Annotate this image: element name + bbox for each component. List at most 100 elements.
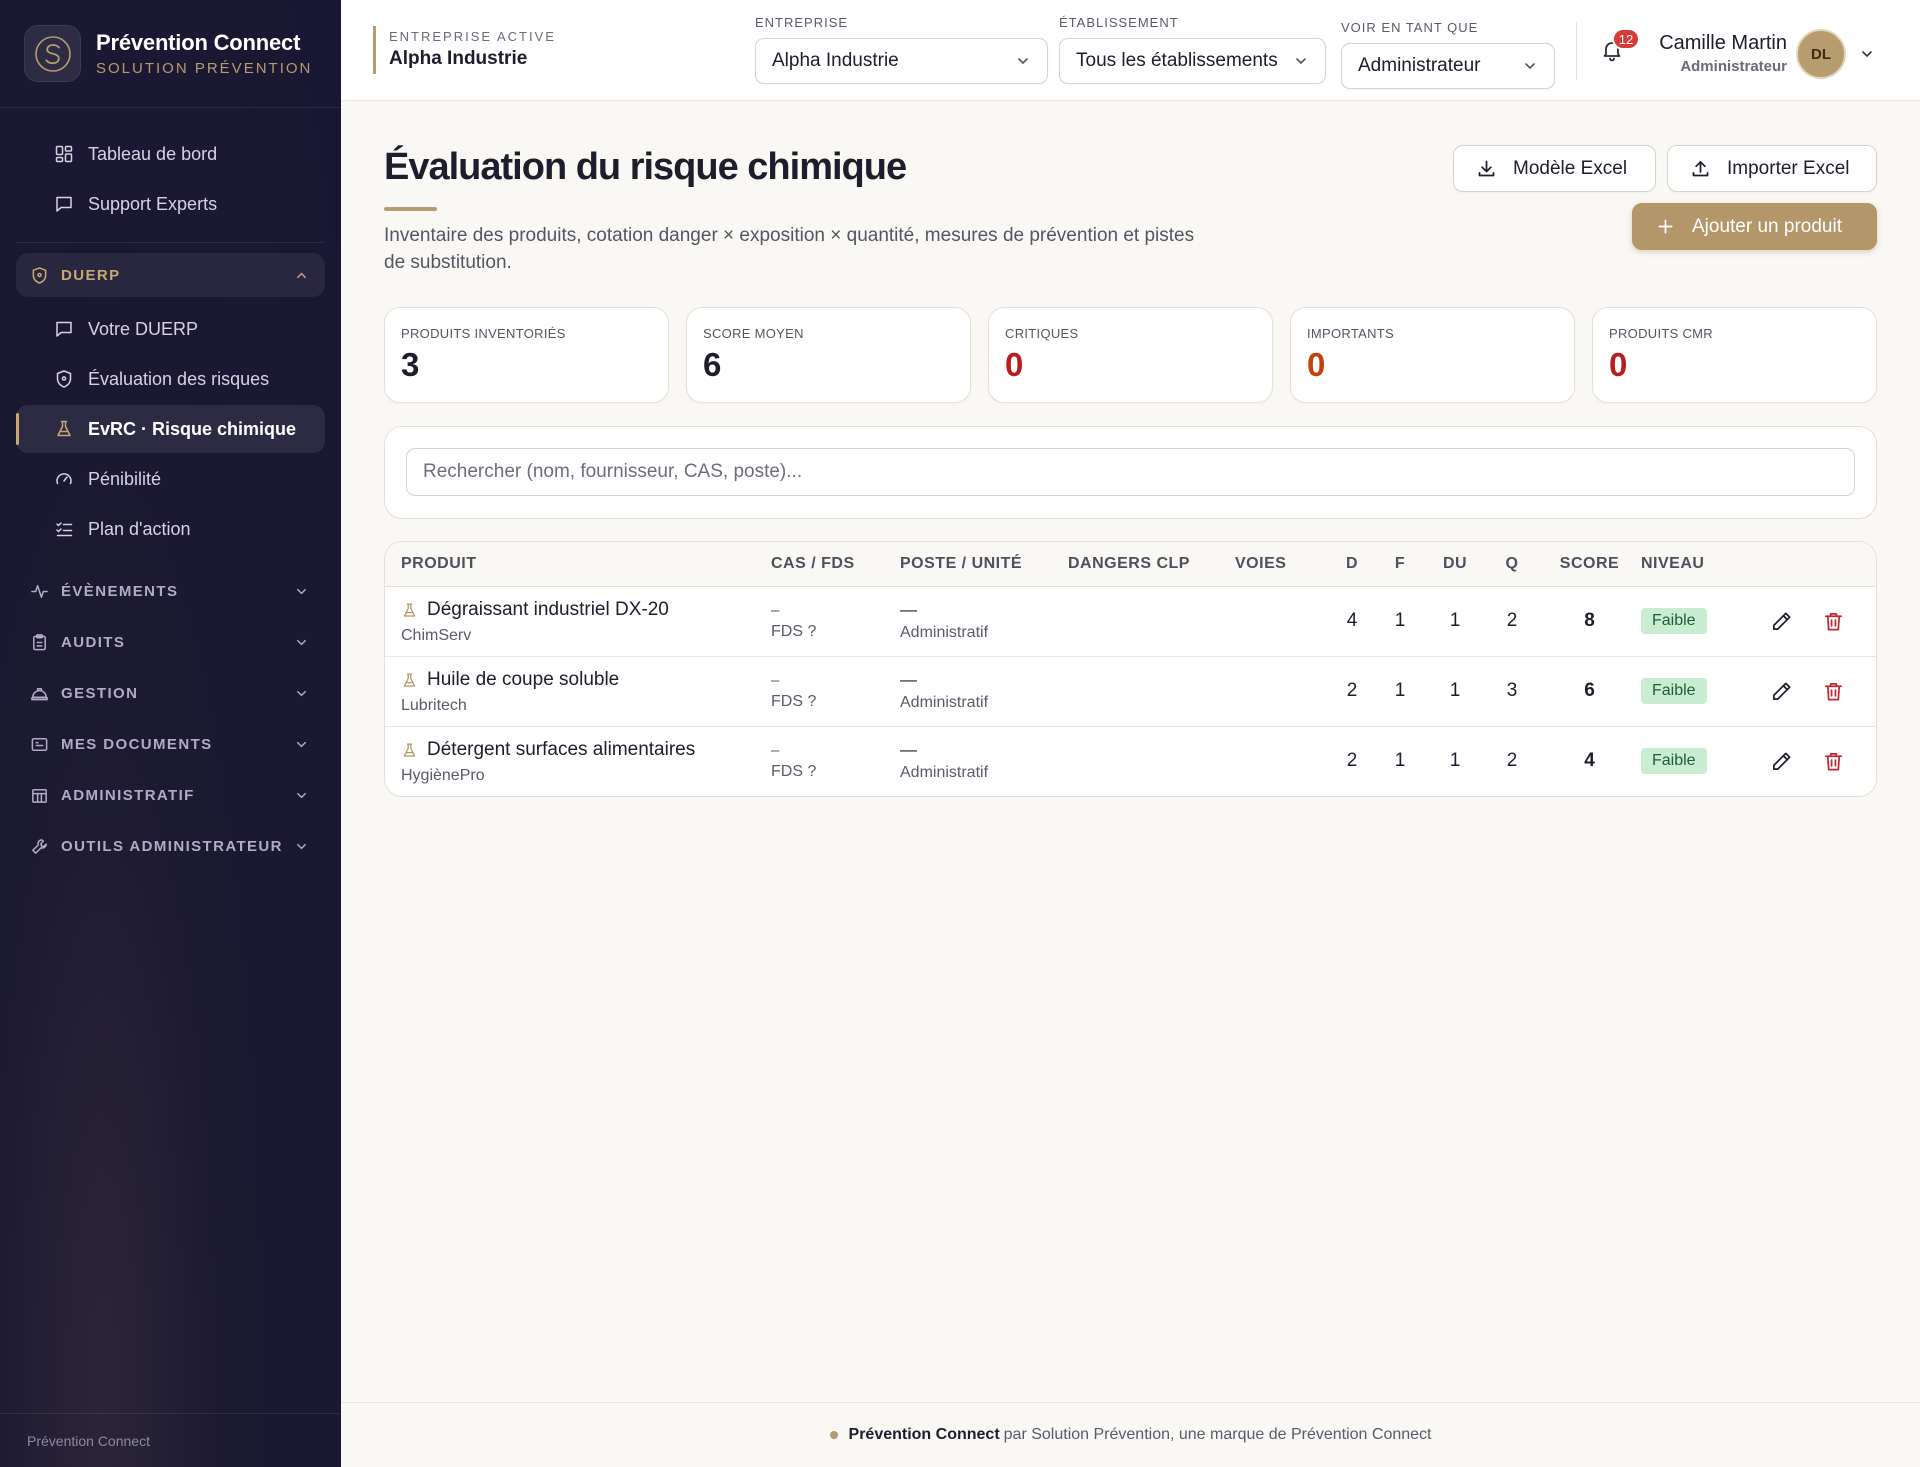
products-table-card: PRODUIT CAS / FDS POSTE / UNITÉ DANGERS …	[384, 541, 1877, 797]
brand[interactable]: Prévention Connect SOLUTION PRÉVENTION	[0, 0, 341, 108]
cell-poste-unite: — Administratif	[900, 726, 1068, 796]
sidebar-group-evenements[interactable]: ÉVÈNEMENTS	[16, 569, 325, 613]
etablissement-field: ÉTABLISSEMENT Tous les établissements	[1059, 15, 1326, 84]
col-header-du[interactable]: DU	[1424, 542, 1486, 586]
chevron-down-icon	[297, 792, 306, 798]
chevron-down-icon	[1296, 58, 1306, 65]
sidebar-item-penibilite[interactable]: Pénibilité	[16, 455, 325, 503]
cell-d: 2	[1346, 680, 1358, 701]
chevron-down-icon	[297, 690, 306, 696]
sidebar-group-mes-documents[interactable]: MES DOCUMENTS	[16, 722, 325, 766]
user-info[interactable]: Camille Martin Administrateur	[1657, 32, 1787, 75]
avatar[interactable]: DL	[1796, 29, 1846, 79]
table-row[interactable]: Huile de coupe soluble Lubritech – FDS ?…	[385, 656, 1876, 726]
cell-f: 1	[1394, 750, 1406, 772]
chevron-down-icon[interactable]	[1859, 46, 1875, 62]
product-supplier: HygiènePro	[401, 767, 485, 785]
stat-card-produits-cmr: PRODUITS CMR 0	[1592, 307, 1877, 403]
col-header-cas-fds[interactable]: CAS / FDS	[771, 542, 900, 586]
col-header-niveau[interactable]: NIVEAU	[1641, 542, 1746, 586]
level-badge: Faible	[1641, 608, 1707, 634]
sidebar-group-gestion[interactable]: GESTION	[16, 671, 325, 715]
wrench-icon	[32, 838, 47, 854]
entreprise-select-value: Alpha Industrie	[772, 50, 899, 71]
message-icon	[56, 321, 72, 337]
stat-label: PRODUITS CMR	[1609, 326, 1713, 341]
sidebar-item-label: EvRC · Risque chimique	[88, 418, 297, 439]
excel-template-button[interactable]: Modèle Excel	[1453, 145, 1656, 192]
sidebar-group-duerp[interactable]: DUERP	[16, 253, 325, 297]
sidebar-item-label: Plan d'action	[88, 518, 191, 539]
stat-card-produits-inventories: PRODUITS INVENTORIÉS 3	[384, 307, 669, 403]
entreprise-select[interactable]: Alpha Industrie	[755, 38, 1048, 84]
col-header-poste-unite[interactable]: POSTE / UNITÉ	[900, 542, 1068, 586]
active-company: ENTREPRISE ACTIVE Alpha Industrie	[373, 26, 556, 74]
trash-icon[interactable]	[1822, 680, 1845, 703]
col-header-dangers-clp[interactable]: DANGERS CLP	[1068, 542, 1235, 586]
flask-icon	[403, 602, 416, 617]
table-header-row: PRODUIT CAS / FDS POSTE / UNITÉ DANGERS …	[385, 542, 1876, 586]
stat-value: 6	[703, 346, 722, 383]
voir-en-tant-que-select[interactable]: Administrateur	[1341, 43, 1555, 89]
stat-value: 0	[1005, 346, 1024, 383]
cas-value: –	[771, 741, 780, 759]
fds-value: FDS ?	[771, 692, 817, 710]
sidebar-group-label: ADMINISTRATIF	[61, 786, 195, 804]
sidebar-item-tableau-de-bord[interactable]: Tableau de bord	[16, 130, 325, 178]
flask-icon	[403, 672, 416, 687]
col-header-actions	[1746, 542, 1876, 586]
sidebar-item-evrc-risque-chimique[interactable]: EvRC · Risque chimique	[16, 405, 325, 453]
trash-icon[interactable]	[1822, 750, 1845, 773]
cell-f: 1	[1394, 610, 1406, 631]
clipboard-icon	[33, 633, 46, 650]
col-header-voies[interactable]: VOIES	[1235, 542, 1328, 586]
voir-en-tant-que-label: VOIR EN TANT QUE	[1341, 20, 1479, 35]
etablissement-select[interactable]: Tous les établissements	[1059, 38, 1326, 84]
sidebar-group-outils-administrateur[interactable]: OUTILS ADMINISTRATEUR	[16, 824, 325, 868]
sidebar-group-label: ÉVÈNEMENTS	[61, 582, 179, 600]
sidebar-group-label: GESTION	[61, 684, 139, 702]
import-excel-button[interactable]: Importer Excel	[1667, 145, 1877, 192]
stat-card-importants: IMPORTANTS 0	[1290, 307, 1575, 403]
sidebar-group-administratif[interactable]: ADMINISTRATIF	[16, 773, 325, 817]
voir-en-tant-que-value: Administrateur	[1358, 55, 1481, 76]
edit-icon[interactable]	[1770, 680, 1793, 703]
cell-q: 2	[1506, 750, 1518, 772]
edit-icon[interactable]	[1770, 750, 1793, 773]
sidebar-item-support-experts[interactable]: Support Experts	[16, 180, 325, 228]
cell-niveau: Faible	[1641, 586, 1746, 656]
unit-value: Administratif	[900, 624, 989, 641]
brand-name: Prévention Connect	[96, 30, 301, 55]
sidebar-item-plan-d-action[interactable]: Plan d'action	[16, 505, 325, 553]
chevron-down-icon	[297, 639, 306, 645]
col-header-d[interactable]: D	[1328, 542, 1376, 586]
col-header-q[interactable]: Q	[1486, 542, 1538, 586]
notification-badge: 12	[1612, 28, 1640, 50]
sidebar-item-evaluation-des-risques[interactable]: Évaluation des risques	[16, 355, 325, 403]
search-input[interactable]	[406, 448, 1855, 496]
table-row[interactable]: Dégraissant industriel DX-20 ChimServ – …	[385, 586, 1876, 656]
active-company-label: ENTREPRISE ACTIVE	[389, 29, 556, 44]
add-product-button[interactable]: Ajouter un produit	[1632, 203, 1877, 250]
col-header-produit[interactable]: PRODUIT	[385, 542, 771, 586]
table-row[interactable]: Détergent surfaces alimentaires HygièneP…	[385, 726, 1876, 796]
cell-actions	[1746, 586, 1876, 656]
trash-icon[interactable]	[1822, 610, 1845, 633]
chevron-down-icon	[297, 843, 306, 849]
level-badge: Faible	[1641, 748, 1707, 775]
sidebar-group-audits[interactable]: AUDITS	[16, 620, 325, 664]
stat-label: PRODUITS INVENTORIÉS	[401, 326, 566, 341]
col-header-f[interactable]: F	[1376, 542, 1424, 586]
sidebar-item-votre-duerp[interactable]: Votre DUERP	[16, 305, 325, 353]
entreprise-field: ENTREPRISE Alpha Industrie	[755, 15, 1048, 84]
sidebar-group-label: MES DOCUMENTS	[61, 735, 213, 753]
cell-cas-fds: – FDS ?	[771, 656, 900, 726]
sidebar-item-label: Pénibilité	[88, 468, 162, 489]
sidebar-nav: Tableau de bord Support Experts DUERP Vo…	[0, 108, 341, 868]
active-company-value: Alpha Industrie	[389, 48, 528, 69]
stats-row: PRODUITS INVENTORIÉS 3 SCORE MOYEN 6 CRI…	[384, 307, 1877, 403]
import-excel-label: Importer Excel	[1727, 157, 1850, 179]
flask-icon	[403, 743, 416, 757]
col-header-score[interactable]: SCORE	[1538, 542, 1641, 586]
edit-icon[interactable]	[1770, 610, 1793, 633]
